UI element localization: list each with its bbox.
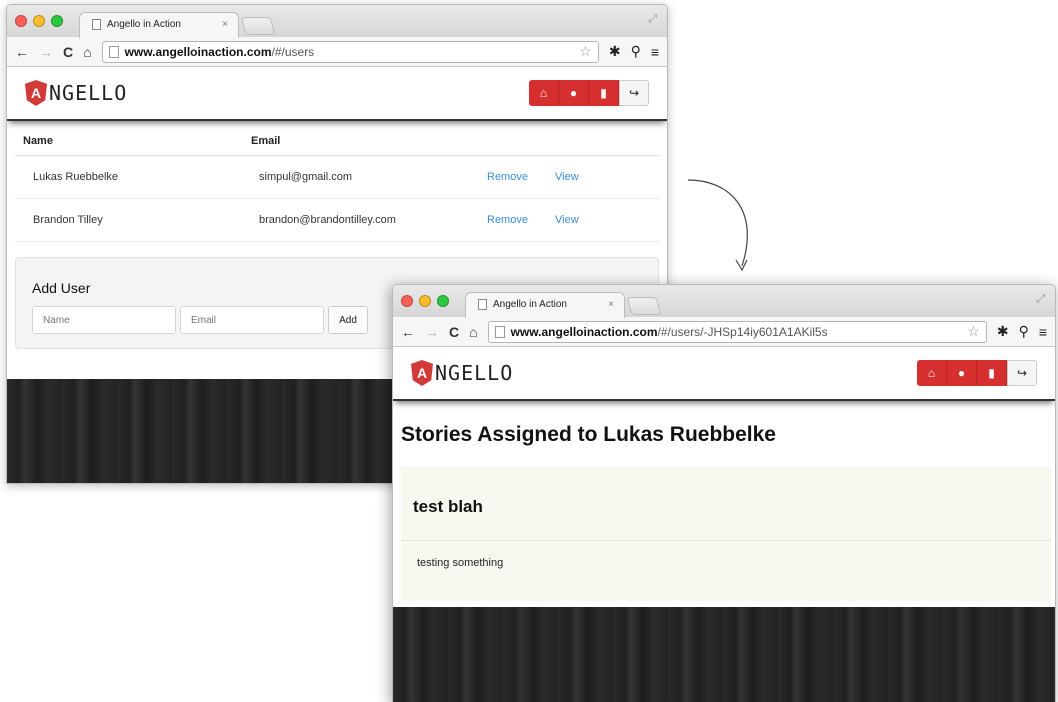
remove-user-link[interactable]: Remove [487,214,555,226]
page-icon [108,45,119,58]
forward-icon[interactable]: → [39,44,53,60]
settings-gear-icon[interactable]: ✱ [609,43,621,60]
tab-strip: Angello in Action × ⤢ [7,5,667,38]
page-icon [494,325,505,338]
name-input[interactable] [32,306,176,334]
header-button-group: ⌂ ● ▮ ↪ [917,360,1037,386]
home-button[interactable]: ⌂ [917,360,947,386]
logo-text: NGELLO [435,361,514,385]
close-window-button[interactable] [15,15,27,27]
app-header: A NGELLO ⌂ ● ▮ ↪ [393,347,1055,401]
user-email: simpul@gmail.com [259,171,353,183]
user-email: brandon@brandontilley.com [259,214,396,226]
app-header: A NGELLO ⌂ ● ▮ ↪ [7,67,667,121]
home-icon[interactable]: ⌂ [469,324,477,340]
wood-background [393,607,1055,702]
new-tab-button[interactable] [626,297,662,315]
story-card[interactable]: test blah testing something [401,467,1051,601]
wrench-icon[interactable]: ⚲ [1019,323,1029,340]
browser-window-user-stories: Angello in Action × ⤢ ← → C ⌂ www.angell… [392,284,1056,702]
transition-arrow-icon [687,179,748,272]
new-tab-button[interactable] [240,17,276,35]
back-icon[interactable]: ← [401,324,415,340]
url-host: www.angelloinaction.com [510,324,658,339]
browser-tab[interactable]: Angello in Action × [465,292,625,318]
angello-logo[interactable]: A NGELLO [25,80,127,106]
users-button[interactable]: ● [947,360,977,386]
angello-logo[interactable]: A NGELLO [411,360,513,386]
close-window-button[interactable] [401,295,413,307]
fullscreen-icon[interactable]: ⤢ [648,13,657,26]
logo-text: NGELLO [49,81,128,105]
url-path: /#/users/-JHSp14iy601A1AKil5s [657,324,828,339]
add-user-button[interactable]: Add [328,306,368,334]
window-controls [15,15,63,27]
home-icon[interactable]: ⌂ [83,44,91,60]
browser-tab[interactable]: Angello in Action × [79,12,239,38]
zoom-window-button[interactable] [51,15,63,27]
page-icon [92,19,101,30]
story-description: testing something [417,557,504,569]
menu-icon[interactable]: ≡ [1039,324,1047,340]
angular-shield-icon: A [411,360,433,386]
logout-button[interactable]: ↪ [619,80,649,106]
user-name: Lukas Ruebbelke [33,171,119,183]
remove-user-link[interactable]: Remove [487,171,555,183]
dashboard-button[interactable]: ▮ [977,360,1007,386]
table-row: Lukas Ruebbelke simpul@gmail.com Remove … [15,156,659,199]
tab-strip: Angello in Action × ⤢ [393,285,1055,318]
address-bar[interactable]: www.angelloinaction.com/#/users ☆ [101,40,599,63]
zoom-window-button[interactable] [437,295,449,307]
browser-toolbar: ← → C ⌂ www.angelloinaction.com/#/users/… [393,317,1055,347]
bookmark-star-icon[interactable]: ☆ [579,43,592,60]
reload-icon[interactable]: C [63,44,73,60]
page-title: Stories Assigned to Lukas Ruebbelke [401,423,776,446]
tab-title: Angello in Action [107,19,181,30]
table-row: Brandon Tilley brandon@brandontilley.com… [15,199,659,242]
column-header-email: Email [251,135,281,147]
tab-close-icon[interactable]: × [608,299,614,310]
users-button[interactable]: ● [559,80,589,106]
header-button-group: ⌂ ● ▮ ↪ [529,80,649,106]
back-icon[interactable]: ← [15,44,29,60]
page-icon [478,299,487,310]
story-title: test blah [401,467,1051,541]
screenshot-stage: Angello in Action × ⤢ ← → C ⌂ www.angell… [0,0,1058,702]
users-table-header: Name Email [15,121,659,156]
dashboard-button[interactable]: ▮ [589,80,619,106]
view-user-link[interactable]: View [555,171,623,183]
logout-button[interactable]: ↪ [1007,360,1037,386]
url-host: www.angelloinaction.com [124,44,272,59]
home-button[interactable]: ⌂ [529,80,559,106]
fullscreen-icon[interactable]: ⤢ [1036,293,1045,306]
column-header-name: Name [23,135,53,147]
window-controls [401,295,449,307]
browser-toolbar: ← → C ⌂ www.angelloinaction.com/#/users … [7,37,667,67]
address-bar[interactable]: www.angelloinaction.com/#/users/-JHSp14i… [487,320,987,343]
view-user-link[interactable]: View [555,214,623,226]
settings-gear-icon[interactable]: ✱ [997,323,1009,340]
minimize-window-button[interactable] [419,295,431,307]
forward-icon[interactable]: → [425,324,439,340]
url-path: /#/users [271,44,315,59]
user-name: Brandon Tilley [33,214,103,226]
wrench-icon[interactable]: ⚲ [631,43,641,60]
reload-icon[interactable]: C [449,324,459,340]
angular-shield-icon: A [25,80,47,106]
menu-icon[interactable]: ≡ [651,44,659,60]
user-stories-page: Stories Assigned to Lukas Ruebbelke test… [393,401,1055,607]
email-input[interactable] [180,306,324,334]
minimize-window-button[interactable] [33,15,45,27]
tab-close-icon[interactable]: × [222,19,228,30]
bookmark-star-icon[interactable]: ☆ [967,323,980,340]
tab-title: Angello in Action [493,299,567,310]
